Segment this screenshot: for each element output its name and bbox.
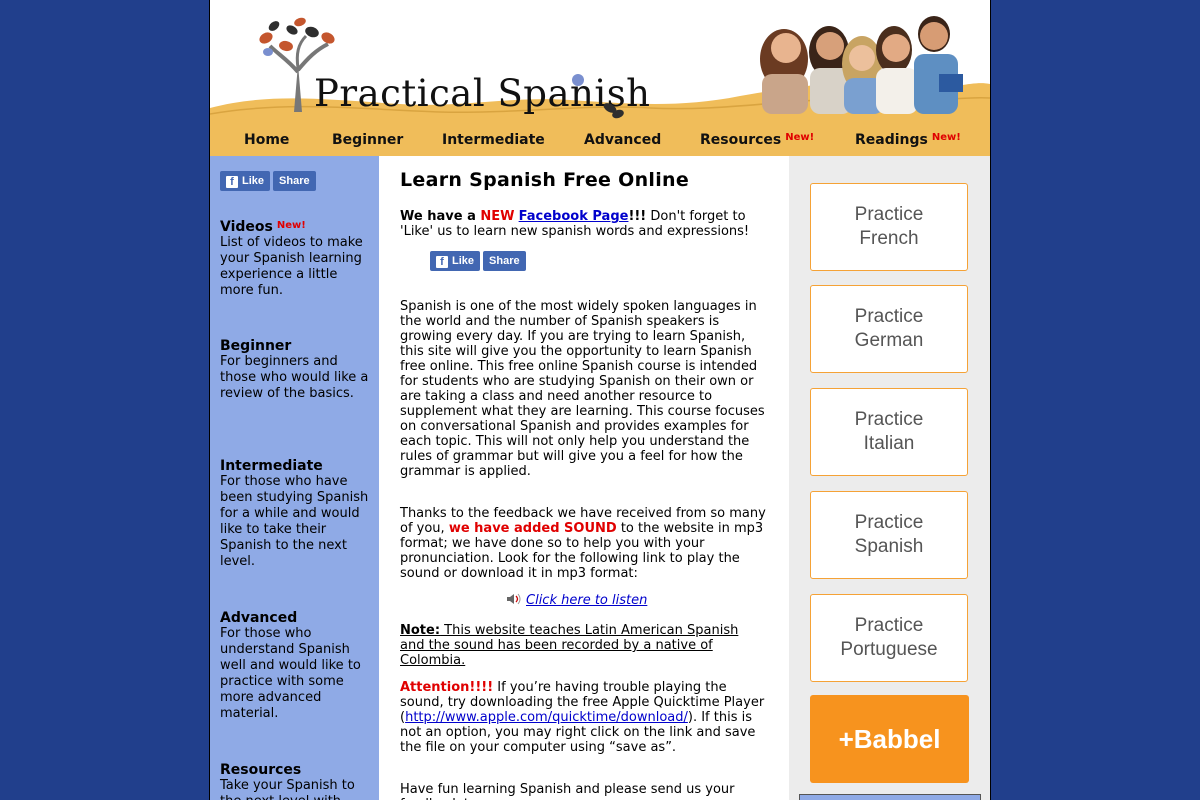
facebook-intro: We have a NEW Facebook Page!!! Don't for… [400, 209, 766, 239]
sidebar-section-intermediate[interactable]: Intermediate For those who have been stu… [220, 458, 375, 570]
main-content: Learn Spanish Free Online We have a NEW … [400, 156, 766, 800]
sidebar-desc: For beginners and those who would like a… [220, 354, 369, 401]
nav-home[interactable]: Home [244, 132, 289, 148]
facebook-like-button[interactable]: f Like [220, 171, 271, 191]
intro-text: We have a [400, 209, 481, 224]
quicktime-link[interactable]: http://www.apple.com/quicktime/download/ [405, 710, 688, 725]
closing-paragraph: Have fun learning Spanish and please sen… [400, 782, 735, 800]
sidebar-section-videos[interactable]: Videos New! List of videos to make your S… [220, 218, 375, 299]
sidebar-title[interactable]: Videos [220, 219, 273, 235]
new-badge: New! [276, 220, 306, 231]
facebook-buttons-main: f Like Share [430, 251, 529, 271]
exclaim-text: !!! [628, 209, 647, 224]
site-header: Practical Spanish Home Beginner Intermed… [210, 0, 990, 156]
nav-resources[interactable]: Resources New! [700, 132, 814, 148]
speaker-icon [506, 593, 522, 605]
bottom-widget [799, 794, 981, 800]
facebook-page-link[interactable]: Facebook Page [519, 209, 629, 224]
sidebar-section-advanced[interactable]: Advanced For those who understand Spanis… [220, 610, 375, 722]
sidebar-title[interactable]: Beginner [220, 338, 375, 354]
page-container: Practical Spanish Home Beginner Intermed… [209, 0, 991, 800]
nav-beginner[interactable]: Beginner [332, 132, 403, 148]
ad-sidebar: ▷ PracticeFrench PracticeGerman Practice… [789, 156, 990, 800]
sidebar-title[interactable]: Resources [220, 762, 375, 778]
facebook-buttons: f Like Share [220, 171, 319, 191]
new-highlight: NEW [480, 209, 515, 224]
ad-practice-french[interactable]: Practice French [810, 183, 968, 271]
ad-practice-portuguese[interactable]: Practice Portuguese [810, 594, 968, 682]
ad-babbel[interactable]: +Babbel [810, 695, 969, 783]
logo-accent-icon [572, 74, 624, 119]
sidebar-desc: List of videos to make your Spanish lear… [220, 235, 363, 298]
ad-practice-spanish[interactable]: Practice Spanish [810, 491, 968, 579]
note-label: Note: [400, 623, 441, 638]
facebook-share-button[interactable]: Share [483, 251, 526, 271]
note-text: This website teaches Latin American Span… [400, 623, 739, 668]
sidebar-desc: Take your Spanish to the next level with [220, 778, 355, 800]
facebook-share-button[interactable]: Share [273, 171, 316, 191]
sidebar-desc: For those who have been studying Spanish… [220, 474, 369, 569]
sidebar-section-resources[interactable]: Resources Take your Spanish to the next … [220, 762, 375, 800]
main-nav: Home Beginner Intermediate Advanced Reso… [210, 128, 990, 156]
attention-paragraph: Attention!!!! If you’re having trouble p… [400, 680, 766, 755]
sound-paragraph: Thanks to the feedback we have received … [400, 506, 766, 581]
sidebar-section-beginner[interactable]: Beginner For beginners and those who wou… [220, 338, 375, 402]
sidebar-title[interactable]: Intermediate [220, 458, 375, 474]
listen-link[interactable]: Click here to listen [526, 593, 647, 608]
intro-paragraph: Spanish is one of the most widely spoken… [400, 299, 765, 479]
nav-readings[interactable]: Readings New! [855, 132, 961, 148]
sidebar-title[interactable]: Advanced [220, 610, 375, 626]
attention-label: Attention!!!! [400, 680, 494, 695]
listen-row: Click here to listen [506, 593, 647, 608]
students-photo [760, 16, 963, 114]
ad-practice-italian[interactable]: Practice Italian [810, 388, 968, 476]
nav-advanced[interactable]: Advanced [584, 132, 661, 148]
new-badge: New! [785, 132, 815, 143]
facebook-icon: f [226, 176, 238, 188]
page-title: Learn Spanish Free Online [400, 169, 690, 191]
facebook-like-button[interactable]: f Like [430, 251, 481, 271]
facebook-icon: f [436, 256, 448, 268]
ad-practice-german[interactable]: Practice German [810, 285, 968, 373]
left-sidebar: f Like Share Videos New! List of videos to … [210, 156, 379, 800]
sound-highlight: we have added SOUND [448, 521, 617, 536]
sidebar-desc: For those who understand Spanish well an… [220, 626, 361, 721]
new-badge: New! [931, 132, 961, 143]
nav-intermediate[interactable]: Intermediate [442, 132, 545, 148]
note-paragraph: Note: This website teaches Latin America… [400, 623, 766, 668]
